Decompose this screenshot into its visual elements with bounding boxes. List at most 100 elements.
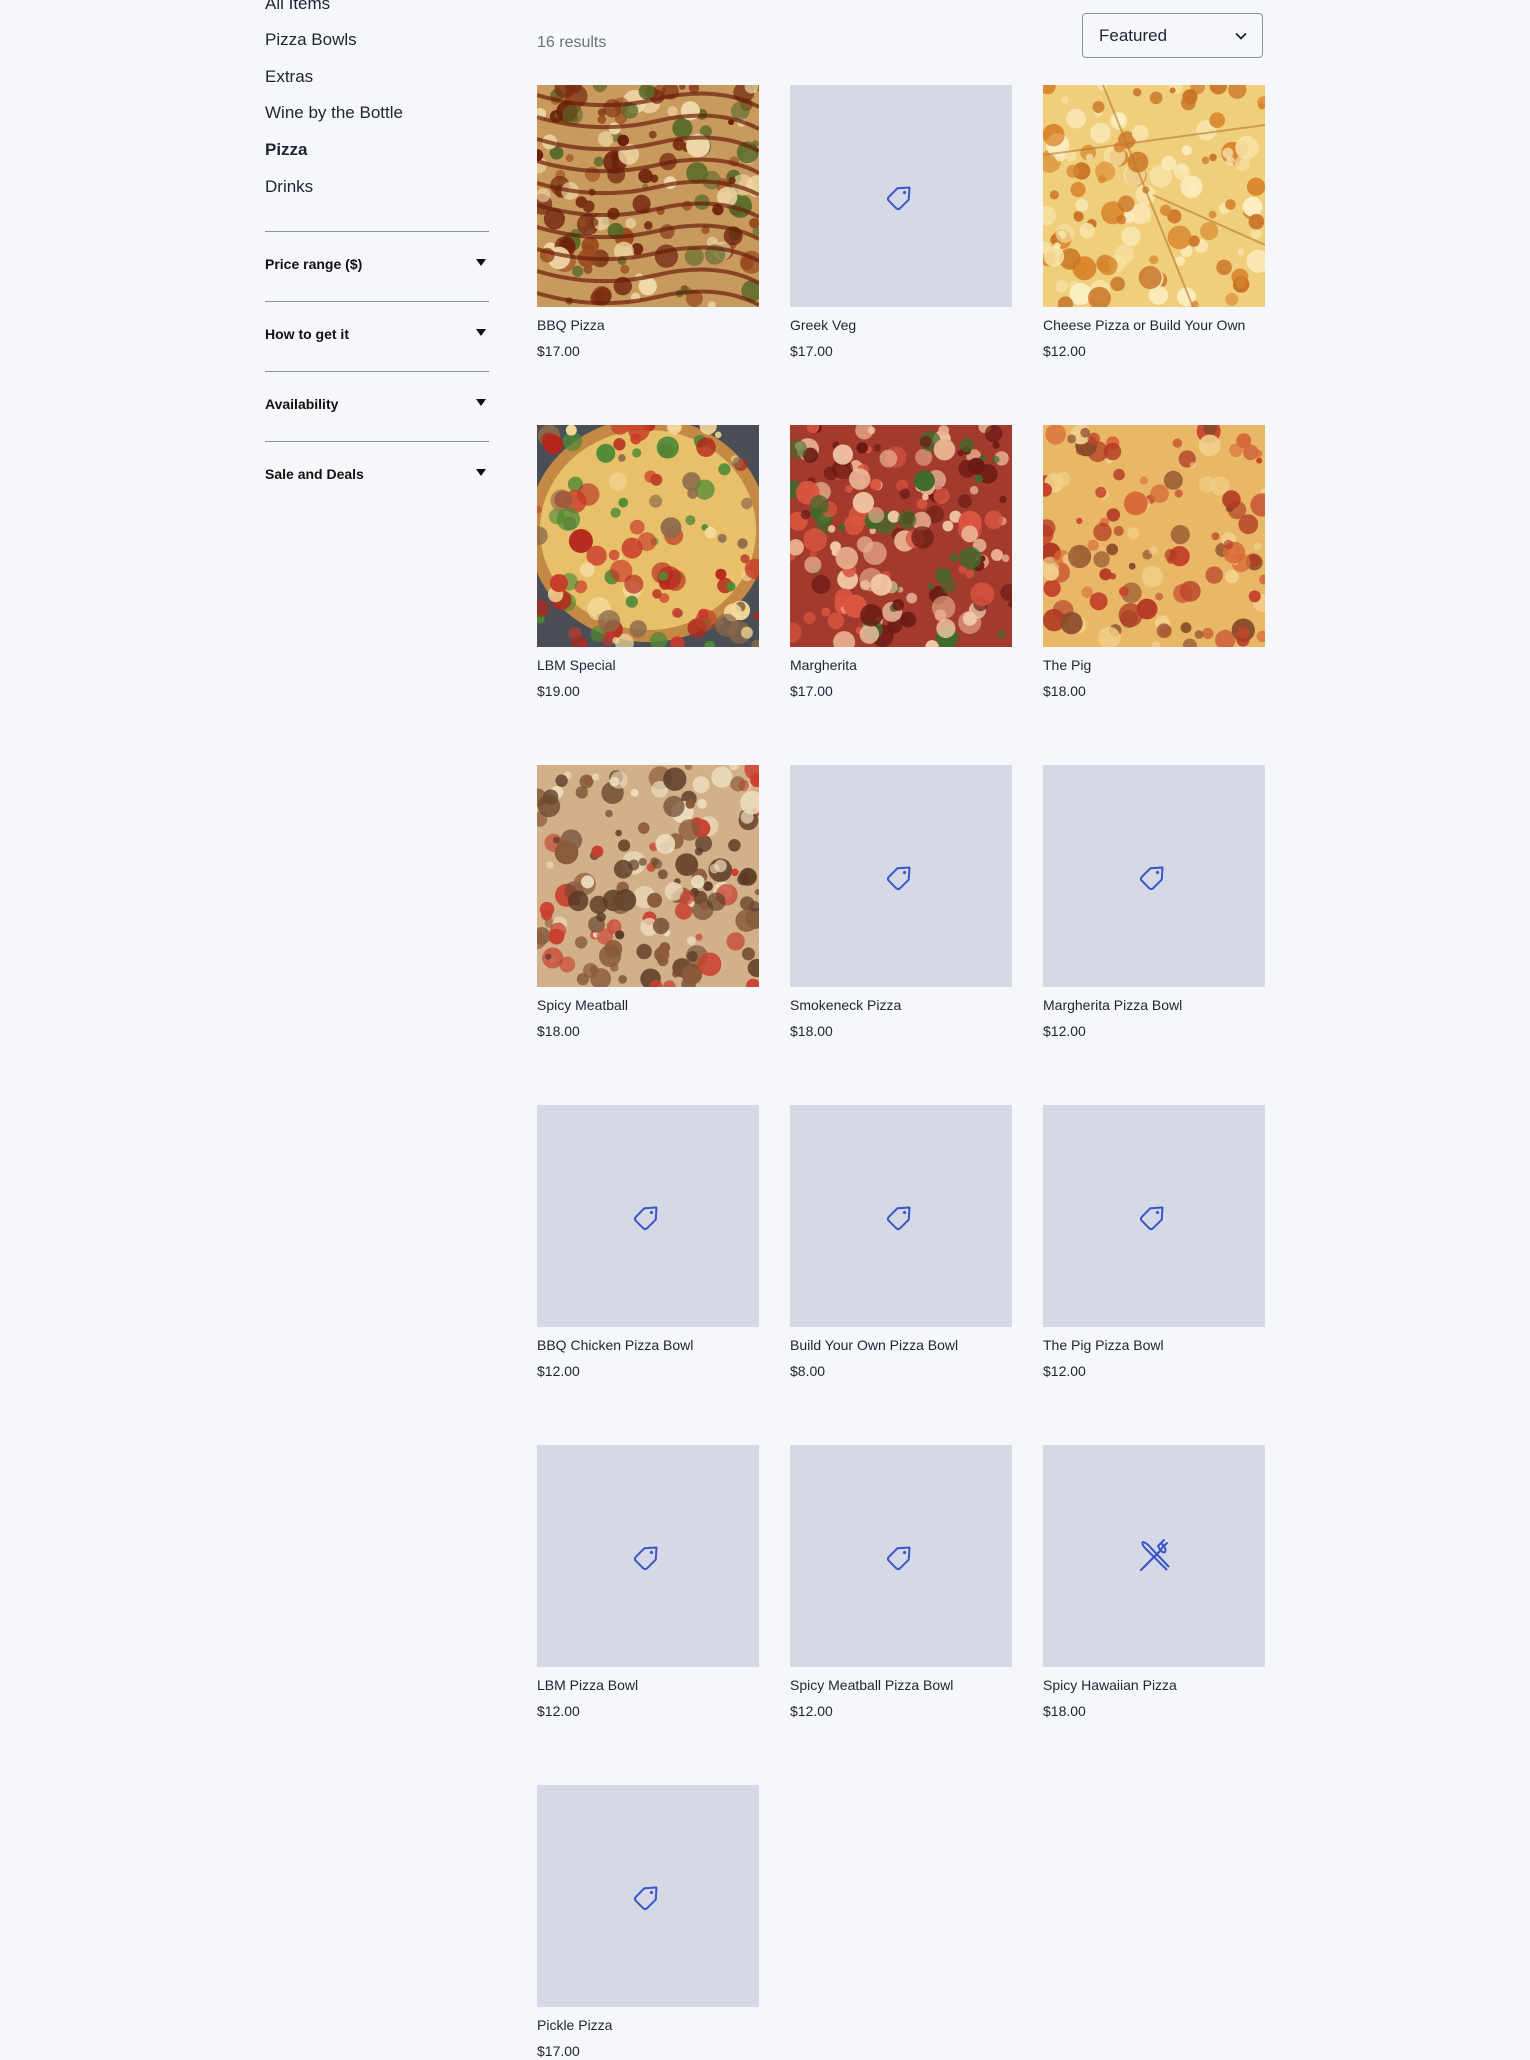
product-name[interactable]: Margherita Pizza Bowl: [1043, 997, 1265, 1014]
product-card[interactable]: Pickle Pizza $17.00: [537, 1785, 759, 2060]
sort-selected-value: Featured: [1099, 26, 1168, 45]
margherita-photo: [790, 425, 1012, 647]
results-count: 16 results: [537, 34, 607, 51]
product-name[interactable]: Smokeneck Pizza: [790, 997, 1012, 1014]
category-extras[interactable]: Extras: [265, 66, 313, 88]
sort-dropdown[interactable]: Featured: [1082, 13, 1263, 58]
product-name[interactable]: The Pig: [1043, 657, 1265, 674]
product-name[interactable]: LBM Special: [537, 657, 759, 674]
product-card[interactable]: BBQ Pizza $17.00: [537, 85, 759, 360]
product-name[interactable]: LBM Pizza Bowl: [537, 1677, 759, 1694]
bbq-pizza-photo: [537, 85, 759, 307]
caret-down-icon: [476, 469, 486, 476]
product-image[interactable]: [790, 1445, 1012, 1667]
tag-icon: [633, 1206, 658, 1231]
product-image[interactable]: [537, 85, 759, 307]
caret-down-icon: [476, 259, 486, 266]
product-image[interactable]: [790, 1105, 1012, 1327]
product-name[interactable]: Pickle Pizza: [537, 2017, 759, 2034]
product-name[interactable]: Cheese Pizza or Build Your Own: [1043, 317, 1265, 334]
product-name[interactable]: Spicy Meatball Pizza Bowl: [790, 1677, 1012, 1694]
product-card[interactable]: BBQ Chicken Pizza Bowl $12.00: [537, 1105, 759, 1380]
product-image[interactable]: [537, 765, 759, 987]
product-card[interactable]: Margherita $17.00: [790, 425, 1012, 700]
filter-label: Price range ($): [265, 256, 363, 272]
product-price: $17.00: [790, 343, 833, 359]
filter-sale-and-deals[interactable]: Sale and Deals: [265, 441, 489, 511]
product-card[interactable]: Margherita Pizza Bowl $12.00: [1043, 765, 1265, 1040]
product-card[interactable]: The Pig Pizza Bowl $12.00: [1043, 1105, 1265, 1380]
chevron-down-icon: [1235, 32, 1247, 40]
product-image[interactable]: [537, 1445, 759, 1667]
product-name[interactable]: The Pig Pizza Bowl: [1043, 1337, 1265, 1354]
lbm-special-photo: [537, 425, 759, 647]
tag-icon: [1139, 1206, 1164, 1231]
product-name[interactable]: Spicy Hawaiian Pizza: [1043, 1677, 1265, 1694]
tag-icon: [633, 1886, 658, 1911]
product-price: $12.00: [1043, 1023, 1086, 1039]
product-image[interactable]: [1043, 425, 1265, 647]
product-card[interactable]: Greek Veg $17.00: [790, 85, 1012, 360]
product-card[interactable]: LBM Special $19.00: [537, 425, 759, 700]
category-wine-by-the-bottle[interactable]: Wine by the Bottle: [265, 102, 403, 124]
product-image[interactable]: [1043, 85, 1265, 307]
product-price: $12.00: [1043, 1363, 1086, 1379]
product-image[interactable]: [537, 1785, 759, 2007]
spicy-meatball-photo: [537, 765, 759, 987]
the-pig-photo: [1043, 425, 1265, 647]
filter-price-range[interactable]: Price range ($): [265, 231, 489, 301]
category-all-items[interactable]: All Items: [265, 0, 330, 15]
product-price: $17.00: [537, 343, 580, 359]
category-pizza-bowls[interactable]: Pizza Bowls: [265, 29, 357, 51]
product-card[interactable]: Smokeneck Pizza $18.00: [790, 765, 1012, 1040]
category-pizza[interactable]: Pizza: [265, 139, 308, 161]
product-card[interactable]: Build Your Own Pizza Bowl $8.00: [790, 1105, 1012, 1380]
category-drinks[interactable]: Drinks: [265, 176, 313, 198]
product-name[interactable]: BBQ Pizza: [537, 317, 759, 334]
product-card[interactable]: LBM Pizza Bowl $12.00: [537, 1445, 759, 1720]
product-price: $18.00: [537, 1023, 580, 1039]
tag-icon: [886, 866, 911, 891]
product-card[interactable]: Cheese Pizza or Build Your Own $12.00: [1043, 85, 1265, 360]
product-image[interactable]: [790, 765, 1012, 987]
filter-how-to-get-it[interactable]: How to get it: [265, 301, 489, 371]
caret-down-icon: [476, 329, 486, 336]
product-name[interactable]: Greek Veg: [790, 317, 1012, 334]
product-image[interactable]: [790, 425, 1012, 647]
filter-availability[interactable]: Availability: [265, 371, 489, 441]
product-image[interactable]: [537, 425, 759, 647]
filter-label: How to get it: [265, 326, 349, 342]
tag-icon: [886, 1546, 911, 1571]
product-card[interactable]: The Pig $18.00: [1043, 425, 1265, 700]
product-image[interactable]: [1043, 765, 1265, 987]
product-price: $12.00: [790, 1703, 833, 1719]
product-price: $19.00: [537, 683, 580, 699]
tag-icon: [1139, 866, 1164, 891]
product-price: $18.00: [1043, 683, 1086, 699]
tag-icon: [633, 1546, 658, 1571]
product-name[interactable]: Build Your Own Pizza Bowl: [790, 1337, 1012, 1354]
product-price: $12.00: [537, 1363, 580, 1379]
product-name[interactable]: Margherita: [790, 657, 1012, 674]
product-name[interactable]: Spicy Meatball: [537, 997, 759, 1014]
product-image[interactable]: [537, 1105, 759, 1327]
utensils-icon: [1139, 1539, 1170, 1572]
product-image[interactable]: [1043, 1445, 1265, 1667]
product-price: $17.00: [537, 2043, 580, 2059]
filter-label: Availability: [265, 396, 339, 412]
product-image[interactable]: [1043, 1105, 1265, 1327]
product-card[interactable]: Spicy Meatball Pizza Bowl $12.00: [790, 1445, 1012, 1720]
product-price: $8.00: [790, 1363, 826, 1379]
product-card[interactable]: Spicy Hawaiian Pizza $18.00: [1043, 1445, 1265, 1720]
caret-down-icon: [476, 399, 486, 406]
product-image[interactable]: [790, 85, 1012, 307]
product-price: $18.00: [790, 1023, 833, 1039]
product-price: $17.00: [790, 683, 833, 699]
cheese-pizza-photo: [1043, 85, 1265, 307]
product-name[interactable]: BBQ Chicken Pizza Bowl: [537, 1337, 759, 1354]
product-price: $12.00: [537, 1703, 580, 1719]
tag-icon: [886, 1206, 911, 1231]
filter-label: Sale and Deals: [265, 466, 364, 482]
product-price: $12.00: [1043, 343, 1086, 359]
product-card[interactable]: Spicy Meatball $18.00: [537, 765, 759, 1040]
